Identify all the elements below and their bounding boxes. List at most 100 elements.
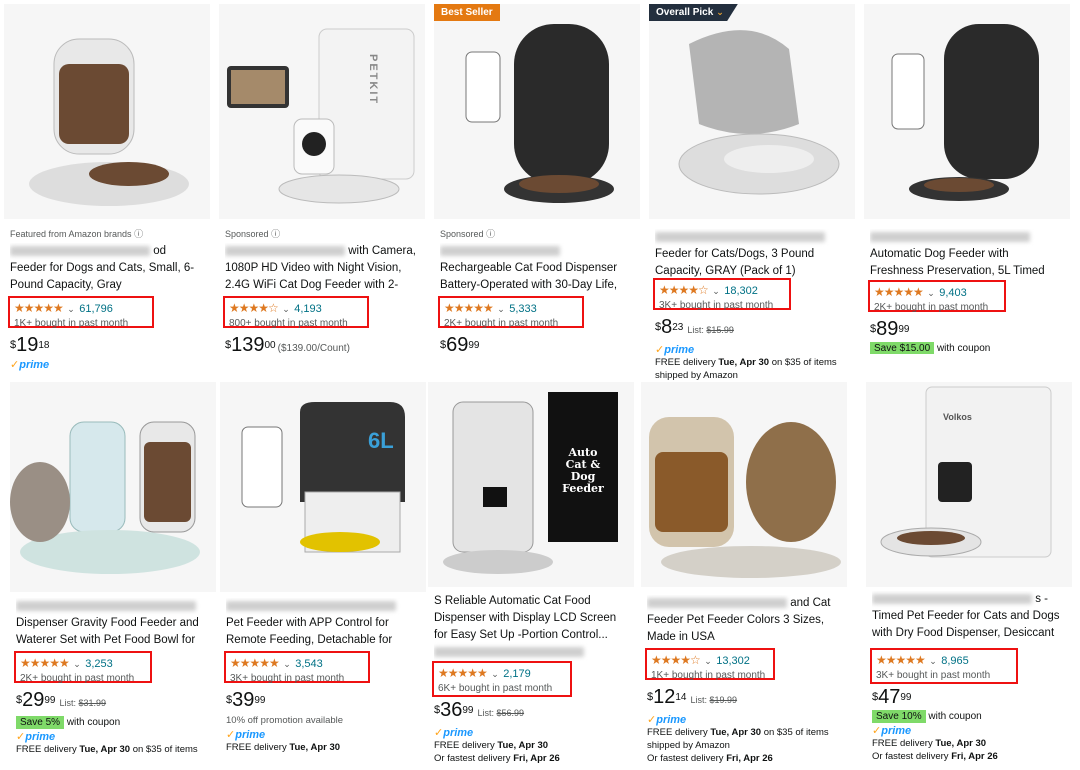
- chevron-down-icon[interactable]: ⌄: [929, 656, 937, 666]
- product-card-3[interactable]: Best Seller Sponsored ⓘ Rechargeable Cat…: [434, 4, 640, 356]
- product-image[interactable]: Overall Pick ⌄: [649, 4, 855, 219]
- product-title[interactable]: Dispenser Gravity Food Feeder and Watere…: [16, 598, 210, 649]
- prime-badge: ✓prime: [16, 731, 56, 743]
- product-title[interactable]: od Feeder for Dogs and Cats, Small, 6-Po…: [10, 243, 204, 294]
- product-card-2[interactable]: PETKIT Sponsored ⓘ with Camera, 1080P HD…: [219, 4, 425, 360]
- product-card-7[interactable]: 6L Pet Feeder with APP Control for Remot…: [220, 382, 426, 754]
- chevron-down-icon[interactable]: ⌄: [497, 304, 505, 314]
- price[interactable]: $4799: [872, 686, 1066, 708]
- star-rating-icon[interactable]: ★★★★★: [444, 301, 494, 315]
- star-rating-icon[interactable]: ★★★★★: [876, 653, 926, 667]
- capacity-label: 6L: [368, 428, 394, 453]
- chevron-down-icon[interactable]: ⌄: [704, 656, 712, 666]
- product-card-10[interactable]: Volkos s - Timed Pet Feeder for Cats and…: [866, 382, 1072, 763]
- product-card-9[interactable]: and Cat Feeder Pet Feeder Colors 3 Sizes…: [641, 382, 847, 765]
- price[interactable]: $2999 List: $31.99: [16, 689, 210, 714]
- product-card-4[interactable]: Overall Pick ⌄ Feeder for Cats/Dogs, 3 Po…: [649, 4, 855, 382]
- star-rating-icon[interactable]: ★★★★☆: [229, 301, 279, 315]
- star-rating-icon[interactable]: ★★★★☆: [651, 653, 701, 667]
- info-icon[interactable]: ⓘ: [271, 229, 280, 239]
- chevron-down-icon[interactable]: ⌄: [712, 286, 720, 296]
- product-title[interactable]: Rechargeable Cat Food Dispenser Battery-…: [440, 243, 634, 294]
- bought-count: 800+ bought in past month: [229, 318, 348, 329]
- best-seller-badge: Best Seller: [434, 4, 500, 21]
- star-rating-icon[interactable]: ★★★★★: [230, 656, 280, 670]
- star-rating-icon[interactable]: ★★★★☆: [659, 283, 709, 297]
- coupon-badge[interactable]: Save $15.00 with coupon: [870, 342, 1064, 354]
- product-title[interactable]: s - Timed Pet Feeder for Cats and Dogs w…: [872, 591, 1066, 642]
- info-icon[interactable]: ⓘ: [486, 229, 495, 239]
- rating-highlight: ★★★★★ ⌄ 3,543 3K+ bought in past month: [224, 651, 370, 684]
- product-image[interactable]: [10, 382, 216, 592]
- product-image[interactable]: Auto Cat & Dog Feeder: [428, 382, 634, 587]
- star-rating-icon[interactable]: ★★★★★: [438, 666, 488, 680]
- delivery-info: FREE delivery Tue, Apr 30: [226, 742, 341, 753]
- product-image[interactable]: [4, 4, 210, 219]
- info-icon[interactable]: ⓘ: [134, 229, 143, 239]
- rating-count[interactable]: 8,965: [941, 655, 969, 667]
- product-card-1[interactable]: Featured from Amazon brands ⓘ od Feeder …: [4, 4, 210, 371]
- product-image[interactable]: Best Seller: [434, 4, 640, 219]
- sponsored-label: Sponsored: [225, 229, 269, 239]
- product-card-8[interactable]: Auto Cat & Dog Feeder S Reliable Automat…: [428, 382, 634, 765]
- product-image[interactable]: 6L: [220, 382, 426, 592]
- prime-badge: ✓prime: [10, 359, 50, 371]
- box-text: Auto Cat & Dog Feeder: [562, 446, 604, 495]
- product-title[interactable]: with Camera, 1080P HD Video with Night V…: [225, 243, 419, 294]
- rating-count[interactable]: 3,543: [295, 658, 323, 670]
- bought-count: 2K+ bought in past month: [874, 302, 989, 313]
- rating-count[interactable]: 3,253: [85, 658, 113, 670]
- price[interactable]: $3699 List: $56.99: [434, 699, 628, 724]
- price[interactable]: $13900 ($139.00/Count): [225, 334, 419, 360]
- chevron-down-icon[interactable]: ⌄: [491, 669, 499, 679]
- promotion-text[interactable]: 10% off promotion available: [226, 715, 420, 726]
- rating-highlight: ★★★★☆ ⌄ 13,302 1K+ bought in past month: [645, 648, 775, 681]
- price[interactable]: $8999: [870, 318, 1064, 340]
- bought-count: 1K+ bought in past month: [651, 670, 766, 681]
- rating-count[interactable]: 18,302: [724, 285, 758, 297]
- product-title[interactable]: S Reliable Automatic Cat Food Dispenser …: [434, 593, 628, 661]
- product-title[interactable]: Feeder for Cats/Dogs, 3 Pound Capacity, …: [655, 229, 849, 280]
- rating-count[interactable]: 2,179: [503, 668, 531, 680]
- rating-count[interactable]: 13,302: [716, 655, 750, 667]
- bought-count: 3K+ bought in past month: [230, 673, 345, 684]
- chevron-down-icon[interactable]: ⌄: [282, 304, 290, 314]
- rating-count[interactable]: 4,193: [294, 303, 322, 315]
- product-image[interactable]: Volkos: [866, 382, 1072, 587]
- bought-count: 3K+ bought in past month: [659, 300, 774, 311]
- product-title[interactable]: and Cat Feeder Pet Feeder Colors 3 Sizes…: [647, 595, 841, 646]
- rating-highlight: ★★★★★ ⌄ 9,403 2K+ bought in past month: [868, 280, 1006, 313]
- coupon-badge[interactable]: Save 5% with coupon: [16, 716, 210, 729]
- chevron-down-icon[interactable]: ⌄: [283, 659, 291, 669]
- product-image[interactable]: PETKIT: [219, 4, 425, 219]
- star-rating-icon[interactable]: ★★★★★: [20, 656, 70, 670]
- bought-count: 6K+ bought in past month: [438, 683, 553, 694]
- product-title[interactable]: Pet Feeder with APP Control for Remote F…: [226, 598, 420, 649]
- chevron-down-icon[interactable]: ⌄: [67, 304, 75, 314]
- product-title[interactable]: Automatic Dog Feeder with Freshness Pres…: [870, 229, 1064, 280]
- product-image[interactable]: [864, 4, 1070, 219]
- rating-highlight: ★★★★★ ⌄ 8,965 3K+ bought in past month: [870, 648, 1018, 684]
- rating-count[interactable]: 9,403: [939, 287, 967, 299]
- rating-count[interactable]: 5,333: [509, 303, 537, 315]
- price[interactable]: $6999: [440, 334, 634, 356]
- chevron-down-icon[interactable]: ⌄: [73, 659, 81, 669]
- rating-count[interactable]: 61,796: [79, 303, 113, 315]
- delivery-info: FREE delivery Tue, Apr 30 Or fastest deli…: [434, 740, 560, 764]
- product-image[interactable]: [641, 382, 847, 587]
- star-rating-icon[interactable]: ★★★★★: [14, 301, 64, 315]
- rating-highlight: ★★★★★ ⌄ 5,333 2K+ bought in past month: [438, 296, 584, 329]
- overall-pick-badge: Overall Pick ⌄: [649, 4, 738, 21]
- product-card-6[interactable]: Dispenser Gravity Food Feeder and Watere…: [10, 382, 216, 756]
- price[interactable]: $1214 List: $19.99: [647, 686, 841, 711]
- bought-count: 2K+ bought in past month: [444, 318, 559, 329]
- price[interactable]: $3999: [226, 689, 420, 711]
- price[interactable]: $823 List: $15.99: [655, 316, 849, 341]
- coupon-badge[interactable]: Save 10% with coupon: [872, 710, 1066, 723]
- sponsored-label: Featured from Amazon brands: [10, 229, 132, 239]
- prime-badge: ✓prime: [872, 725, 912, 737]
- chevron-down-icon[interactable]: ⌄: [927, 288, 935, 298]
- star-rating-icon[interactable]: ★★★★★: [874, 285, 924, 299]
- price[interactable]: $1918: [10, 334, 204, 356]
- product-card-5[interactable]: Automatic Dog Feeder with Freshness Pres…: [864, 4, 1070, 354]
